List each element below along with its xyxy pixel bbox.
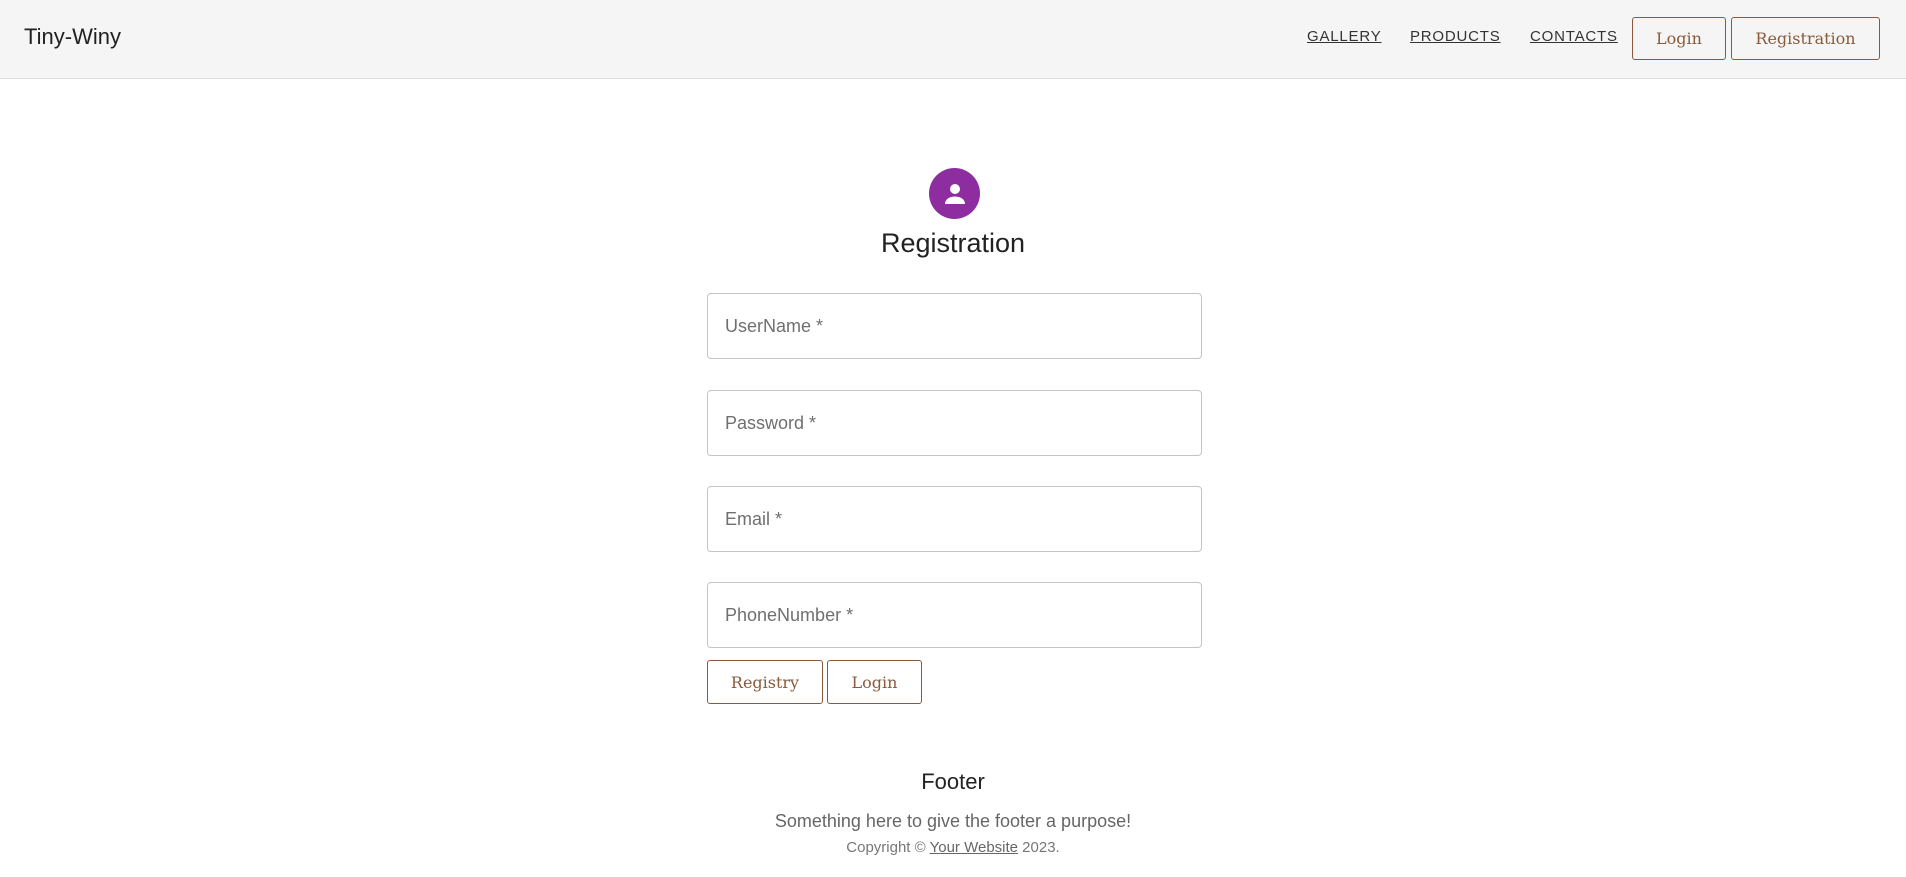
brand-logo-text[interactable]: Tiny-Winy [24,24,121,50]
email-field[interactable] [707,486,1202,552]
page-title: Registration [880,228,1026,258]
password-field[interactable] [707,390,1202,456]
copyright: Copyright © Your Website 2023. [0,839,1906,856]
nav-link-products[interactable]: PRODUCTS [1410,28,1501,45]
website-link[interactable]: Your Website [930,839,1018,856]
copyright-year: 2023. [1022,839,1060,856]
username-field[interactable] [707,293,1202,359]
header-login-button[interactable]: Login [1632,17,1726,60]
username-input[interactable] [708,294,1201,358]
person-icon [929,168,980,219]
phone-input[interactable] [708,583,1201,647]
registry-button[interactable]: Registry [707,660,823,704]
nav-link-contacts[interactable]: CONTACTS [1530,28,1618,45]
form-login-button[interactable]: Login [827,660,922,704]
nav-link-gallery[interactable]: GALLERY [1307,28,1382,45]
footer-text: Something here to give the footer a purp… [774,811,1132,831]
person-icon-svg [944,183,965,204]
copyright-prefix: Copyright © [846,839,926,856]
header-registration-button[interactable]: Registration [1731,17,1880,60]
top-navbar: Tiny-Winy GALLERY PRODUCTS CONTACTS Logi… [0,0,1906,79]
phone-field[interactable] [707,582,1202,648]
email-input[interactable] [708,487,1201,551]
password-input[interactable] [708,391,1201,455]
footer-title: Footer [921,769,985,794]
